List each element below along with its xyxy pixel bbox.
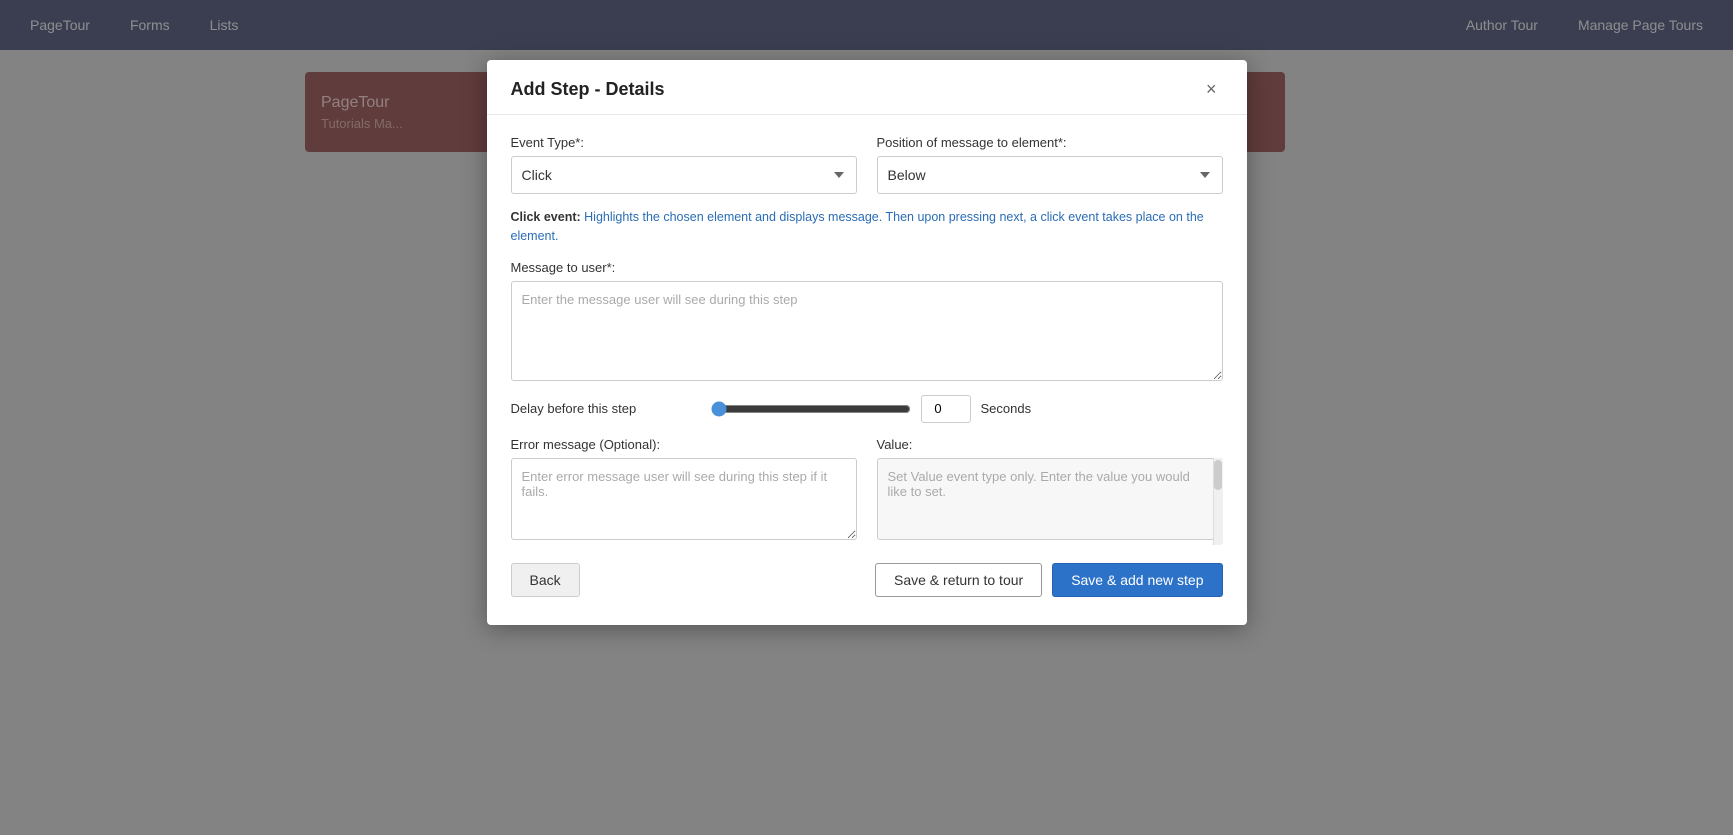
modal-body: Event Type*: Click Hover Set Value Wait … (487, 115, 1247, 545)
click-event-prefix: Click event: (511, 210, 585, 224)
modal-footer: Back Save & return to tour Save & add ne… (487, 545, 1247, 597)
position-label: Position of message to element*: (877, 135, 1223, 150)
close-button[interactable]: × (1200, 78, 1223, 100)
value-textarea[interactable] (877, 458, 1223, 540)
bottom-fields-row: Error message (Optional): Value: (511, 437, 1223, 545)
click-event-note: Click event: Highlights the chosen eleme… (511, 208, 1223, 246)
save-return-button[interactable]: Save & return to tour (875, 563, 1042, 597)
value-scrollbar (1213, 458, 1223, 545)
value-label: Value: (877, 437, 1223, 452)
footer-right-buttons: Save & return to tour Save & add new ste… (875, 563, 1223, 597)
modal-header: Add Step - Details × (487, 60, 1247, 115)
error-message-textarea[interactable] (511, 458, 857, 540)
delay-label: Delay before this step (511, 401, 711, 416)
event-type-label: Event Type*: (511, 135, 857, 150)
value-scrollbar-thumb (1214, 460, 1222, 490)
position-group: Position of message to element*: Below A… (877, 135, 1223, 194)
message-group: Message to user*: (511, 260, 1223, 381)
save-add-new-button[interactable]: Save & add new step (1052, 563, 1222, 597)
message-label: Message to user*: (511, 260, 1223, 275)
modal-title: Add Step - Details (511, 79, 665, 100)
delay-controls: Seconds (711, 395, 1223, 423)
message-textarea[interactable] (511, 281, 1223, 381)
delay-input[interactable] (921, 395, 971, 423)
delay-row: Delay before this step Seconds (511, 395, 1223, 423)
delay-seconds-label: Seconds (981, 401, 1032, 416)
event-type-select[interactable]: Click Hover Set Value Wait (511, 156, 857, 194)
position-select[interactable]: Below Above Left Right (877, 156, 1223, 194)
delay-slider[interactable] (711, 401, 911, 417)
error-message-group: Error message (Optional): (511, 437, 857, 545)
error-message-label: Error message (Optional): (511, 437, 857, 452)
value-group: Value: (877, 437, 1223, 545)
add-step-modal: Add Step - Details × Event Type*: Click … (487, 60, 1247, 625)
value-field-wrapper (877, 458, 1223, 545)
event-position-row: Event Type*: Click Hover Set Value Wait … (511, 135, 1223, 194)
click-event-description: Highlights the chosen element and displa… (511, 210, 1204, 243)
back-button[interactable]: Back (511, 563, 580, 597)
event-type-group: Event Type*: Click Hover Set Value Wait (511, 135, 857, 194)
